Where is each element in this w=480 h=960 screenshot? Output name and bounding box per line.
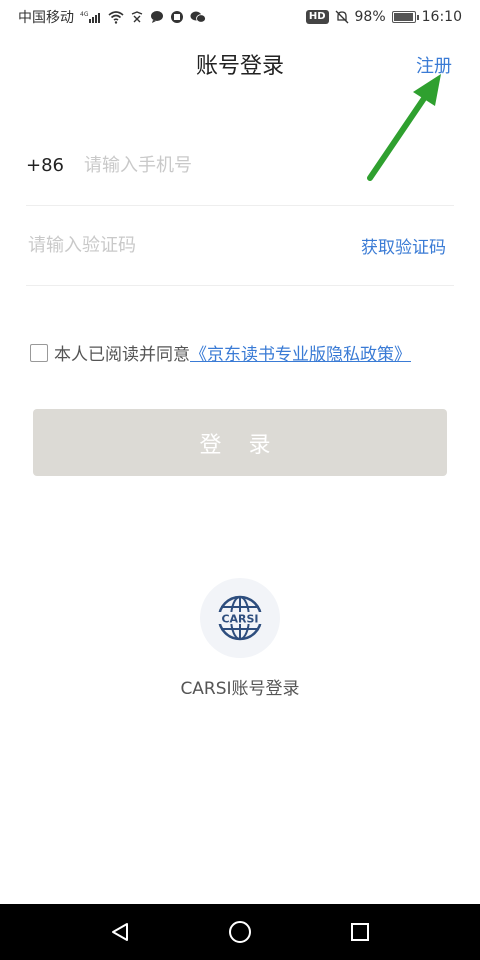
signal-icon: 4G [80,10,102,24]
carsi-login-button[interactable]: CARSI [200,578,280,658]
carsi-label: CARSI账号登录 [180,679,300,699]
home-icon[interactable] [220,912,260,952]
app-icon [170,10,184,24]
chat-icon [150,10,164,24]
wechat-icon [190,10,206,24]
status-left: 中国移动 4G [18,7,206,27]
svg-text:4G: 4G [80,11,89,18]
mute-icon [335,10,349,24]
agreement-text: 本人已阅读并同意 [54,345,190,365]
clock: 16:10 [421,9,462,25]
code-row: 获取验证码 [26,206,454,286]
recent-apps-icon[interactable] [340,912,380,952]
status-right: HD 98% 16:10 [305,9,462,25]
battery-percent: 98% [354,9,386,25]
status-bar: 中国移动 4G HD 98% 16:10 [0,0,480,34]
carsi-logo-text: CARSI [221,613,258,626]
battery-fill [393,13,414,21]
code-input[interactable] [26,224,290,267]
carrier-name: 中国移动 [18,10,74,26]
agreement: 本人已阅读并同意 《京东读书专业版隐私政策》 [30,340,411,365]
navigation-bar [0,904,480,960]
agree-checkbox[interactable] [30,343,48,362]
hd-icon: HD [305,10,329,24]
wifi-icon [108,10,124,24]
country-code[interactable]: +86 [26,155,82,176]
back-icon[interactable] [100,912,140,952]
battery-icon [391,11,419,23]
notification-icon [130,10,144,24]
get-code-button[interactable]: 获取验证码 [361,233,454,258]
phone-row: +86 [26,126,454,206]
carsi-globe-icon: CARSI [217,595,263,641]
login-button[interactable]: 登 录 [33,409,447,476]
phone-input[interactable] [82,144,426,187]
privacy-policy-link[interactable]: 《京东读书专业版隐私政策》 [190,340,411,365]
